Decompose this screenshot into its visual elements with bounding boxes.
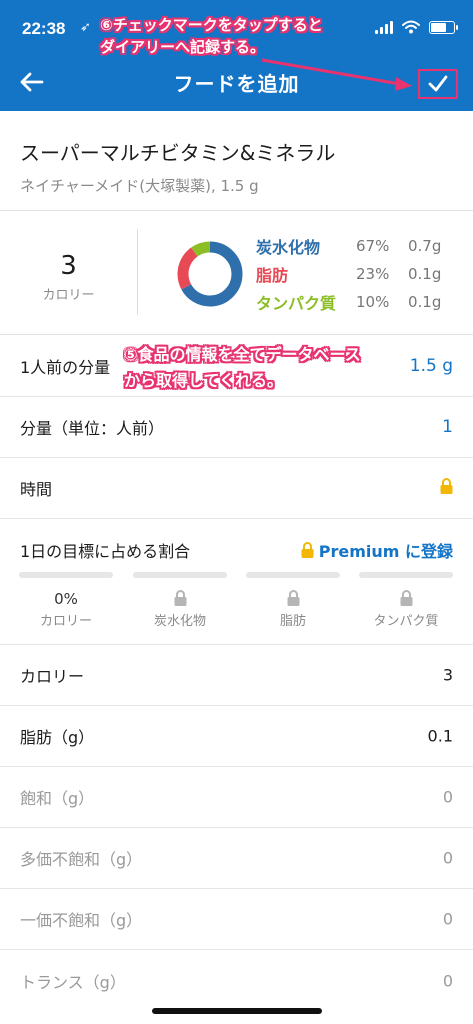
lock-icon	[400, 590, 412, 606]
battery-icon	[429, 20, 458, 34]
lock-icon	[301, 542, 314, 558]
annotation-save-line1: ⑥チェックマークをタップすると	[100, 16, 323, 34]
annotation-database-line1: ⑤食品の情報を全てデータベース	[124, 345, 361, 364]
premium-register-link[interactable]: Premium に登録	[301, 538, 453, 562]
nutrient-label: トランス（g）	[20, 972, 126, 992]
nutrient-row-monounsaturated: 一価不飽和（g） 0	[0, 889, 473, 950]
macro-percent: 67%	[356, 237, 390, 255]
status-icons	[375, 20, 458, 34]
nutrient-value: 0	[442, 971, 453, 990]
goal-item-carbs: 炭水化物	[133, 572, 227, 629]
nutrient-label: 一価不飽和（g）	[20, 911, 143, 930]
nutrient-value: 0	[442, 848, 453, 868]
page-title: フードを追加	[173, 72, 300, 96]
premium-link-text: Premium に登録	[318, 542, 453, 561]
goal-value: 0%	[54, 590, 78, 608]
nutrient-row-fat: 脂肪（g） 0.1	[0, 706, 473, 767]
time-label: 時間	[20, 480, 53, 499]
nutrient-label: カロリー	[20, 667, 85, 686]
macro-name: 脂肪	[256, 266, 289, 285]
wifi-icon	[402, 20, 420, 34]
nutrient-row-trans: トランス（g） 0	[0, 950, 473, 1011]
food-header: スーパーマルチビタミン&ミネラル ネイチャーメイド(大塚製薬), 1.5 g	[0, 111, 473, 211]
goal-name: タンパク質	[373, 614, 439, 629]
quantity-row[interactable]: 分量（単位：人前） 1	[0, 397, 473, 458]
macro-grams: 0.7g	[408, 237, 442, 255]
goal-item-protein: タンパク質	[359, 572, 453, 629]
annotation-database-line2: から取得してくれる。	[124, 371, 284, 390]
checkmark-icon	[428, 75, 448, 92]
goal-name: 炭水化物	[153, 614, 206, 629]
goal-item-calories: 0% カロリー	[19, 572, 113, 629]
lock-icon	[440, 478, 453, 498]
macro-name: タンパク質	[256, 294, 337, 313]
divider	[137, 229, 138, 315]
macro-row-fat: 脂肪 23% 0.1g	[256, 261, 441, 287]
serving-size-value[interactable]: 1.5 g	[410, 356, 453, 376]
goal-progress-bar	[246, 572, 340, 578]
annotation-database: ⑤食品の情報を全てデータベース から取得してくれる。	[124, 342, 361, 394]
calories-value: 3	[60, 251, 77, 281]
macro-row-protein: タンパク質 10% 0.1g	[256, 289, 441, 315]
goal-progress-bar	[133, 572, 227, 578]
daily-goal-label: 1日の目標に占める割合	[20, 542, 191, 561]
macro-percent: 23%	[356, 265, 390, 283]
macro-grams: 0.1g	[408, 293, 442, 311]
status-time: 22:38	[22, 19, 66, 38]
macro-summary: 3 カロリー 炭水化物 67% 0.7g 脂肪 23% 0.1g タンパク質 1…	[0, 211, 473, 335]
quantity-label: 分量（単位：人前）	[20, 419, 165, 438]
calories-label: カロリー	[42, 288, 95, 303]
nutrient-label: 多価不飽和（g）	[20, 850, 143, 869]
food-name: スーパーマルチビタミン&ミネラル	[20, 141, 336, 165]
time-row[interactable]: 時間	[0, 458, 473, 519]
lock-icon	[287, 590, 299, 606]
nutrient-value: 0	[442, 787, 453, 807]
location-icon: ➶	[80, 20, 91, 35]
macro-percent: 10%	[356, 293, 390, 311]
nutrient-label: 飽和（g）	[20, 789, 95, 808]
nutrient-value: 0	[442, 909, 453, 929]
nutrient-row-calories: カロリー 3	[0, 645, 473, 706]
macro-grams: 0.1g	[408, 265, 442, 283]
goal-name: 脂肪	[279, 614, 306, 629]
food-brand-serving: ネイチャーメイド(大塚製薬), 1.5 g	[20, 177, 259, 195]
nutrient-value: 3	[442, 665, 453, 685]
serving-size-label: 1人前の分量	[20, 358, 111, 377]
nutrient-label: 脂肪（g）	[20, 728, 95, 747]
daily-goal-section: 1日の目標に占める割合 Premium に登録 0% カロリー 炭水化物 脂肪 …	[0, 518, 473, 645]
macro-donut-chart	[177, 241, 243, 307]
save-check-button[interactable]	[418, 69, 458, 99]
macro-row-carbs: 炭水化物 67% 0.7g	[256, 233, 441, 259]
quantity-value[interactable]: 1	[442, 417, 453, 437]
goal-progress-bar	[19, 572, 113, 578]
home-indicator[interactable]	[152, 1008, 322, 1014]
goal-progress-bar	[359, 572, 453, 578]
goal-item-fat: 脂肪	[246, 572, 340, 629]
lock-icon	[174, 590, 186, 606]
signal-icon	[375, 20, 393, 34]
annotation-save-line2: ダイアリーへ記録する。	[100, 38, 266, 56]
nutrient-row-polyunsaturated: 多価不飽和（g） 0	[0, 828, 473, 889]
annotation-save: ⑥チェックマークをタップすると ダイアリーへ記録する。	[100, 14, 323, 58]
macro-name: 炭水化物	[256, 238, 321, 257]
goal-name: カロリー	[39, 614, 92, 629]
nutrient-row-saturated: 飽和（g） 0	[0, 767, 473, 828]
nutrient-value: 0.1	[427, 726, 453, 746]
